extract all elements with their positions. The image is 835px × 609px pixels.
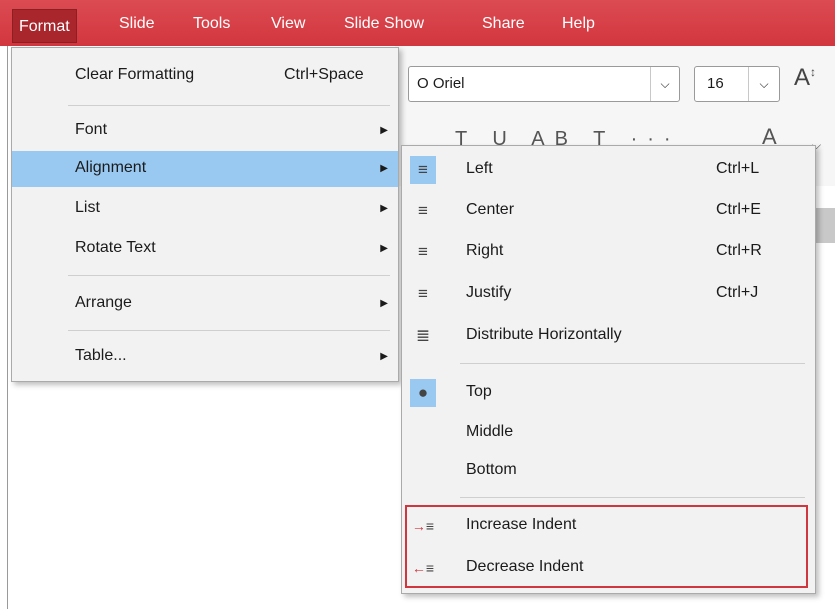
menu-item-label: Bottom bbox=[466, 461, 517, 478]
menu-item-bottom[interactable]: Bottom bbox=[402, 453, 815, 489]
menu-help[interactable]: Help bbox=[556, 13, 601, 35]
menu-slide[interactable]: Slide bbox=[113, 13, 161, 35]
submenu-arrow-icon: ▶ bbox=[380, 351, 388, 362]
menu-tools[interactable]: Tools bbox=[187, 13, 236, 35]
menu-view[interactable]: View bbox=[265, 13, 311, 35]
menu-item-rotate-text[interactable]: Rotate Text ▶ bbox=[12, 231, 398, 267]
menu-item-label: List bbox=[75, 199, 100, 216]
menu-separator bbox=[68, 275, 390, 276]
submenu-arrow-icon: ▶ bbox=[380, 125, 388, 136]
menu-slide-show[interactable]: Slide Show bbox=[338, 13, 430, 35]
format-menu: Clear Formatting Ctrl+Space Font ▶ Align… bbox=[11, 47, 399, 382]
menubar: Format Slide Tools View Slide Show Share… bbox=[0, 0, 835, 46]
align-left-icon: ≡ bbox=[410, 156, 436, 184]
menu-item-alignment[interactable]: Alignment ▶ bbox=[12, 151, 398, 187]
menu-separator bbox=[68, 105, 390, 106]
increase-font-size-icon[interactable]: A↕ bbox=[794, 64, 816, 92]
menu-item-align-center[interactable]: ≡ Center Ctrl+E bbox=[402, 193, 815, 229]
menu-item-label: Arrange bbox=[75, 294, 132, 311]
menu-separator bbox=[68, 330, 390, 331]
align-justify-icon: ≡ bbox=[418, 284, 428, 303]
menu-format[interactable]: Format bbox=[12, 9, 77, 43]
menu-item-table[interactable]: Table... ▶ bbox=[12, 339, 398, 375]
font-size-value: 16 bbox=[707, 75, 724, 92]
font-size-combobox[interactable]: 16 ⌵ bbox=[694, 66, 780, 102]
menu-item-label: Middle bbox=[466, 423, 514, 440]
indent-highlight-callout bbox=[405, 505, 808, 588]
align-center-icon: ≡ bbox=[418, 201, 428, 220]
menu-item-shortcut: Ctrl+R bbox=[716, 242, 762, 259]
menu-item-label: Left bbox=[466, 160, 493, 177]
menu-share[interactable]: Share bbox=[476, 13, 531, 35]
submenu-arrow-icon: ▶ bbox=[380, 203, 388, 214]
submenu-arrow-icon: ▶ bbox=[380, 163, 388, 174]
menu-item-middle[interactable]: Middle bbox=[402, 415, 815, 451]
menu-item-arrange[interactable]: Arrange ▶ bbox=[12, 286, 398, 322]
menu-item-label: Font bbox=[75, 121, 108, 138]
distribute-horizontally-icon: ≣ bbox=[415, 326, 431, 345]
menu-item-justify[interactable]: ≡ Justify Ctrl+J bbox=[402, 276, 815, 312]
menu-item-label: Top bbox=[466, 383, 492, 400]
menu-separator bbox=[460, 497, 805, 498]
menu-item-font[interactable]: Font ▶ bbox=[12, 113, 398, 149]
bullet-icon: ● bbox=[410, 379, 436, 407]
window-left-border bbox=[7, 46, 8, 609]
menu-item-label: Table... bbox=[75, 347, 127, 364]
menu-item-list[interactable]: List ▶ bbox=[12, 191, 398, 227]
font-name-value: O Oriel bbox=[417, 75, 465, 92]
menu-item-shortcut: Ctrl+L bbox=[716, 160, 760, 177]
menu-item-label: Clear Formatting bbox=[75, 66, 195, 83]
menu-item-top[interactable]: ● Top bbox=[402, 375, 815, 411]
align-right-icon: ≡ bbox=[418, 242, 428, 261]
menu-item-label: Distribute Horizontally bbox=[466, 326, 622, 343]
menu-item-align-right[interactable]: ≡ Right Ctrl+R bbox=[402, 234, 815, 270]
menu-item-align-left[interactable]: ≡ Left Ctrl+L bbox=[402, 152, 815, 188]
chevron-down-icon[interactable]: ⌵ bbox=[650, 67, 679, 101]
menu-item-label: Center bbox=[466, 201, 515, 218]
menu-item-shortcut: Ctrl+Space bbox=[284, 66, 364, 83]
menu-item-label: Alignment bbox=[75, 159, 147, 176]
menu-item-shortcut: Ctrl+J bbox=[716, 284, 759, 301]
submenu-arrow-icon: ▶ bbox=[380, 298, 388, 309]
menu-item-clear-formatting[interactable]: Clear Formatting Ctrl+Space bbox=[12, 58, 398, 94]
menu-item-label: Rotate Text bbox=[75, 239, 156, 256]
menu-separator bbox=[460, 363, 805, 364]
menu-item-label: Justify bbox=[466, 284, 512, 301]
menu-item-label: Right bbox=[466, 242, 504, 259]
submenu-arrow-icon: ▶ bbox=[380, 243, 388, 254]
font-name-combobox[interactable]: O Oriel ⌵ bbox=[408, 66, 680, 102]
menu-item-distribute-horizontally[interactable]: ≣ Distribute Horizontally bbox=[402, 318, 815, 354]
menu-item-shortcut: Ctrl+E bbox=[716, 201, 761, 218]
chevron-down-icon[interactable]: ⌵ bbox=[748, 67, 779, 101]
